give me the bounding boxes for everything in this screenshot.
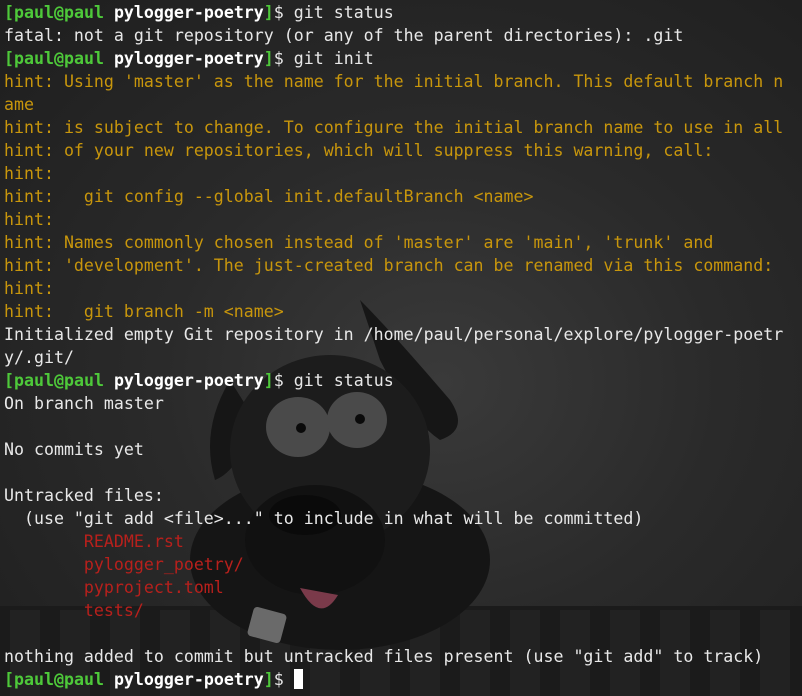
- hint-line: hint:: [4, 277, 783, 300]
- terminal-output[interactable]: [paul@paul pylogger-poetry]$ git status f…: [4, 1, 783, 691]
- untracked-file-line-text: pylogger_poetry/: [4, 555, 244, 574]
- prompt-dollar: $: [273, 371, 294, 390]
- prompt-at: @: [53, 371, 64, 390]
- output-line: (use "git add <file>..." to include in w…: [4, 507, 783, 530]
- prompt-open-bracket: [: [4, 49, 14, 68]
- prompt-host: paul: [63, 371, 104, 390]
- output-line-text: No commits yet: [4, 440, 144, 459]
- terminal-window[interactable]: [paul@paul pylogger-poetry]$ git status f…: [0, 0, 802, 696]
- hint-line: hint: Names commonly chosen instead of '…: [4, 231, 783, 254]
- hint-line-text: hint:: [4, 279, 54, 298]
- prompt-dir: pylogger-poetry: [113, 670, 264, 689]
- output-line-text: Initialized empty Git repository in /hom…: [4, 325, 784, 344]
- prompt-close-bracket: ]: [263, 49, 274, 68]
- hint-line-text: hint: git branch -m <name>: [4, 302, 284, 321]
- prompt-at: @: [53, 670, 64, 689]
- prompt-dollar: $: [273, 670, 294, 689]
- hint-line: hint: git config --global init.defaultBr…: [4, 185, 783, 208]
- output-line: nothing added to commit but untracked fi…: [4, 645, 783, 668]
- prompt-line: [paul@paul pylogger-poetry]$ git status: [4, 1, 783, 24]
- hint-line-text: hint: git config --global init.defaultBr…: [4, 187, 534, 206]
- hint-line: ame: [4, 93, 783, 116]
- prompt-dollar: $: [273, 49, 294, 68]
- prompt-dir: pylogger-poetry: [113, 49, 264, 68]
- untracked-file-line-text: tests/: [4, 601, 144, 620]
- hint-line-text: ame: [4, 95, 34, 114]
- cursor: [293, 669, 303, 689]
- prompt-user: paul: [14, 670, 54, 689]
- hint-line: hint: 'development'. The just-created br…: [4, 254, 783, 277]
- hint-line: hint: is subject to change. To configure…: [4, 116, 783, 139]
- output-line-text: y/.git/: [4, 348, 74, 367]
- prompt-at: @: [53, 3, 64, 22]
- prompt-line: [paul@paul pylogger-poetry]$: [4, 668, 783, 691]
- hint-line: hint:: [4, 162, 783, 185]
- prompt-open-bracket: [: [4, 371, 14, 390]
- command-text: git status: [293, 371, 394, 390]
- output-line-text: nothing added to commit but untracked fi…: [4, 647, 764, 666]
- prompt-dir: pylogger-poetry: [113, 371, 264, 390]
- output-line: On branch master: [4, 392, 783, 415]
- untracked-file-line-text: README.rst: [4, 532, 184, 551]
- command-text: git status: [293, 3, 394, 22]
- output-line: Initialized empty Git repository in /hom…: [4, 323, 783, 346]
- output-line: No commits yet: [4, 438, 783, 461]
- prompt-user: paul: [14, 49, 54, 68]
- output-line: fatal: not a git repository (or any of t…: [4, 24, 783, 47]
- hint-line-text: hint:: [4, 164, 54, 183]
- untracked-file-line: README.rst: [4, 530, 783, 553]
- prompt-dollar: $: [273, 3, 294, 22]
- untracked-file-line: pyproject.toml: [4, 576, 783, 599]
- hint-line-text: hint: 'development'. The just-created br…: [4, 256, 774, 275]
- prompt-user: paul: [14, 371, 54, 390]
- hint-line-text: hint:: [4, 210, 54, 229]
- hint-line: hint: of your new repositories, which wi…: [4, 139, 783, 162]
- prompt-at: @: [53, 49, 64, 68]
- output-line-text: fatal: not a git repository (or any of t…: [4, 26, 684, 45]
- hint-line: hint:: [4, 208, 783, 231]
- output-line-text: (use "git add <file>..." to include in w…: [4, 509, 644, 528]
- untracked-file-line-text: pyproject.toml: [4, 578, 224, 597]
- untracked-file-line: tests/: [4, 599, 783, 622]
- output-line: y/.git/: [4, 346, 783, 369]
- output-line-text: Untracked files:: [4, 486, 164, 505]
- hint-line-text: hint: Using 'master' as the name for the…: [4, 72, 784, 91]
- hint-line: hint: Using 'master' as the name for the…: [4, 70, 783, 93]
- command-text: git init: [293, 49, 374, 68]
- prompt-host: paul: [63, 49, 104, 68]
- prompt-host: paul: [63, 670, 104, 689]
- hint-line-text: hint: of your new repositories, which wi…: [4, 141, 714, 160]
- hint-line-text: hint: Names commonly chosen instead of '…: [4, 233, 714, 252]
- prompt-host: paul: [63, 3, 104, 22]
- prompt-close-bracket: ]: [263, 3, 274, 22]
- output-line: Untracked files:: [4, 484, 783, 507]
- untracked-file-line: pylogger_poetry/: [4, 553, 783, 576]
- prompt-open-bracket: [: [4, 670, 14, 689]
- hint-line: hint: git branch -m <name>: [4, 300, 783, 323]
- prompt-dir: pylogger-poetry: [113, 3, 264, 22]
- output-line-text: On branch master: [4, 394, 164, 413]
- prompt-line: [paul@paul pylogger-poetry]$ git status: [4, 369, 783, 392]
- prompt-close-bracket: ]: [263, 371, 274, 390]
- prompt-close-bracket: ]: [263, 670, 274, 689]
- prompt-open-bracket: [: [4, 3, 14, 22]
- hint-line-text: hint: is subject to change. To configure…: [4, 118, 784, 137]
- prompt-user: paul: [14, 3, 54, 22]
- prompt-line: [paul@paul pylogger-poetry]$ git init: [4, 47, 783, 70]
